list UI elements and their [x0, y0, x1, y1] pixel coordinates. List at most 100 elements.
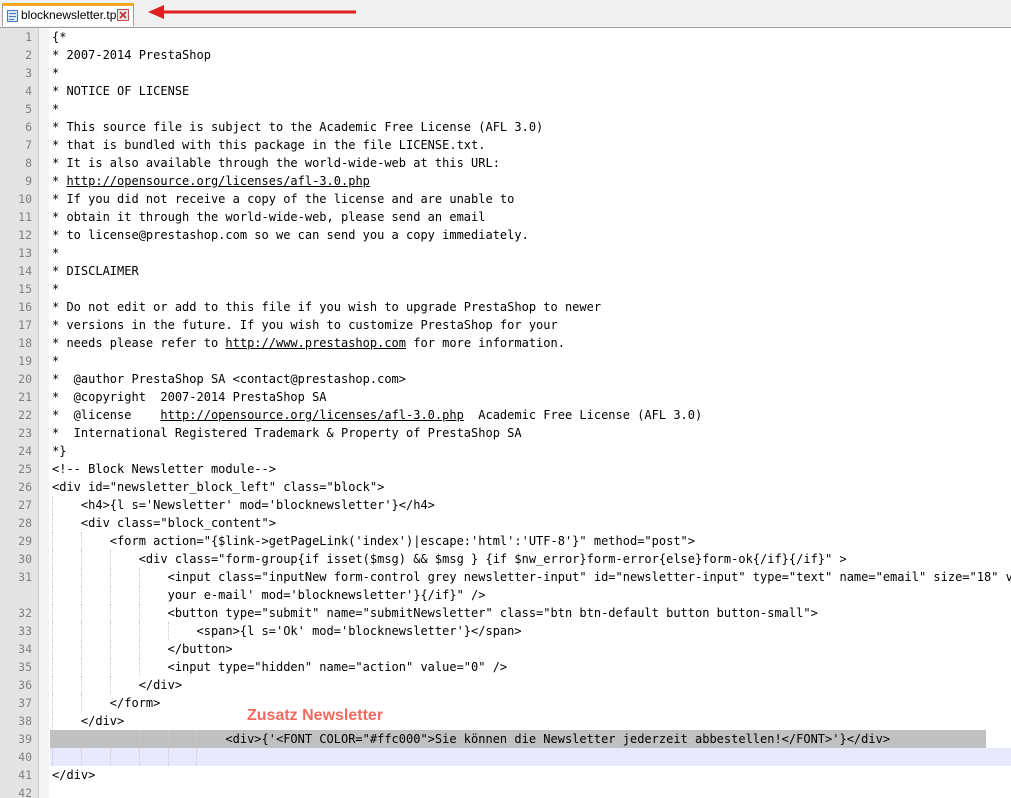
code-text[interactable]: * obtain it through the world-wide-web, … — [52, 210, 485, 224]
code-text[interactable]: <div>{'<FONT COLOR="#ffc000">Sie können … — [52, 732, 890, 746]
code-text[interactable]: * to license@prestashop.com so we can se… — [52, 228, 529, 242]
code-text[interactable]: * — [52, 102, 59, 116]
code-line[interactable]: 33 <span>{l s='Ok' mod='blocknewsletter'… — [0, 622, 1011, 640]
code-text[interactable]: <div class="form-group{if isset($msg) &&… — [52, 552, 847, 566]
code-line[interactable]: 37 </form> — [0, 694, 1011, 712]
line-number: 10 — [18, 192, 32, 206]
code-lines[interactable]: 1 {* 2 * 2007-2014 PrestaShop 3 * 4 * NOTICE OF… — [0, 28, 1011, 798]
code-line[interactable]: 22 * @license http://opensource.org/licen… — [0, 406, 1011, 424]
code-text[interactable]: your e-mail' mod='blocknewsletter'}{/if}… — [52, 588, 486, 602]
code-text[interactable]: <div id="newsletter_block_left" class="b… — [52, 480, 384, 494]
code-text[interactable]: <input class="inputNew form-control grey… — [52, 570, 1011, 584]
url-link[interactable]: http://opensource.org/licenses/afl-3.0.p… — [66, 174, 369, 188]
code-line[interactable]: 38 </div> — [0, 712, 1011, 730]
code-text[interactable]: <form action="{$link->getPageLink('index… — [52, 534, 695, 548]
code-text[interactable]: * Do not edit or add to this file if you… — [52, 300, 601, 314]
code-line[interactable]: 34 </button> — [0, 640, 1011, 658]
code-line[interactable]: 4 * NOTICE OF LICENSE — [0, 82, 1011, 100]
code-text[interactable]: </div> — [52, 678, 182, 692]
code-line[interactable]: 28 <div class="block_content"> — [0, 514, 1011, 532]
code-line[interactable]: 42 — [0, 784, 1011, 798]
code-text[interactable]: * @author PrestaShop SA <contact@prestas… — [52, 372, 406, 386]
url-link[interactable]: http://www.prestashop.com — [225, 336, 406, 350]
code-line[interactable]: 5 * — [0, 100, 1011, 118]
code-text[interactable]: <span>{l s='Ok' mod='blocknewsletter'}</… — [52, 624, 521, 638]
code-text[interactable]: * needs please refer to http://www.prest… — [52, 336, 565, 350]
code-line[interactable]: 23 * International Registered Trademark &… — [0, 424, 1011, 442]
code-line[interactable]: 27 <h4>{l s='Newsletter' mod='blocknewsl… — [0, 496, 1011, 514]
code-line[interactable]: 26 <div id="newsletter_block_left" class=… — [0, 478, 1011, 496]
code-line[interactable]: 39 <div>{'<FONT COLOR="#ffc000">Sie könn… — [0, 730, 1011, 748]
code-line[interactable]: 40 — [0, 748, 1011, 766]
code-text[interactable]: <div class="block_content"> — [52, 516, 276, 530]
code-text[interactable]: * versions in the future. If you wish to… — [52, 318, 558, 332]
code-text[interactable]: * This source file is subject to the Aca… — [52, 120, 543, 134]
code-line[interactable]: 18 * needs please refer to http://www.pre… — [0, 334, 1011, 352]
code-line[interactable]: 32 <button type="submit" name="submitNew… — [0, 604, 1011, 622]
code-line[interactable]: 25 <!-- Block Newsletter module--> — [0, 460, 1011, 478]
file-tab[interactable]: blocknewsletter.tpl — [2, 3, 134, 26]
code-line[interactable]: 6 * This source file is subject to the Ac… — [0, 118, 1011, 136]
code-line[interactable]: 16 * Do not edit or add to this file if y… — [0, 298, 1011, 316]
code-text[interactable]: <!-- Block Newsletter module--> — [52, 462, 276, 476]
code-line[interactable]: 35 <input type="hidden" name="action" va… — [0, 658, 1011, 676]
line-number: 15 — [18, 282, 32, 296]
code-line[interactable]: your e-mail' mod='blocknewsletter'}{/if}… — [0, 586, 1011, 604]
code-line[interactable]: 8 * It is also available through the worl… — [0, 154, 1011, 172]
url-link[interactable]: http://opensource.org/licenses/afl-3.0.p… — [160, 408, 463, 422]
code-text[interactable]: * — [52, 66, 59, 80]
code-text[interactable]: </button> — [52, 642, 233, 656]
code-line[interactable]: 2 * 2007-2014 PrestaShop — [0, 46, 1011, 64]
code-line[interactable]: 20 * @author PrestaShop SA <contact@prest… — [0, 370, 1011, 388]
line-number: 6 — [25, 120, 32, 134]
code-text[interactable]: * — [52, 246, 59, 260]
code-text[interactable]: * If you did not receive a copy of the l… — [52, 192, 514, 206]
code-text[interactable]: <h4>{l s='Newsletter' mod='blocknewslett… — [52, 498, 435, 512]
close-icon[interactable] — [117, 9, 129, 21]
code-text[interactable]: *} — [52, 444, 66, 458]
code-line[interactable]: 24 *} — [0, 442, 1011, 460]
code-line[interactable]: 31 <input class="inputNew form-control g… — [0, 568, 1011, 586]
code-text[interactable]: <input type="hidden" name="action" value… — [52, 660, 508, 674]
code-line[interactable]: 11 * obtain it through the world-wide-web… — [0, 208, 1011, 226]
code-line[interactable]: 9 * http://opensource.org/licenses/afl-3.… — [0, 172, 1011, 190]
code-line[interactable]: 17 * versions in the future. If you wish … — [0, 316, 1011, 334]
code-text[interactable]: </form> — [52, 696, 161, 710]
code-text[interactable]: * International Registered Trademark & P… — [52, 426, 522, 440]
code-line[interactable]: 36 </div> — [0, 676, 1011, 694]
code-line[interactable]: 14 * DISCLAIMER — [0, 262, 1011, 280]
code-line[interactable]: 21 * @copyright 2007-2014 PrestaShop SA — [0, 388, 1011, 406]
code-text[interactable]: * NOTICE OF LICENSE — [52, 84, 189, 98]
code-text[interactable]: * It is also available through the world… — [52, 156, 500, 170]
code-line[interactable]: 15 * — [0, 280, 1011, 298]
code-text[interactable]: * that is bundled with this package in t… — [52, 138, 485, 152]
line-number: 32 — [18, 606, 32, 620]
code-line[interactable]: 3 * — [0, 64, 1011, 82]
tab-bar: blocknewsletter.tpl — [0, 0, 1011, 28]
code-text[interactable]: * @license http://opensource.org/license… — [52, 408, 702, 422]
code-text[interactable]: {* — [52, 30, 66, 44]
code-line[interactable]: 10 * If you did not receive a copy of the… — [0, 190, 1011, 208]
code-editor[interactable]: 1 {* 2 * 2007-2014 PrestaShop 3 * 4 * NOTICE OF… — [0, 28, 1011, 798]
line-number: 26 — [18, 480, 32, 494]
code-text[interactable]: * http://opensource.org/licenses/afl-3.0… — [52, 174, 370, 188]
code-line[interactable]: 41 </div> — [0, 766, 1011, 784]
code-text[interactable]: * 2007-2014 PrestaShop — [52, 48, 211, 62]
code-text[interactable]: * — [52, 354, 59, 368]
code-text[interactable]: * — [52, 282, 59, 296]
code-line[interactable]: 19 * — [0, 352, 1011, 370]
line-number: 19 — [18, 354, 32, 368]
code-text[interactable]: </div> — [52, 768, 95, 782]
code-line[interactable]: 29 <form action="{$link->getPageLink('in… — [0, 532, 1011, 550]
code-text-prefix: * — [52, 174, 67, 188]
code-line[interactable]: 1 {* — [0, 28, 1011, 46]
line-number: 39 — [18, 732, 32, 746]
code-line[interactable]: 13 * — [0, 244, 1011, 262]
code-line[interactable]: 7 * that is bundled with this package in … — [0, 136, 1011, 154]
code-text[interactable]: * DISCLAIMER — [52, 264, 139, 278]
code-line[interactable]: 30 <div class="form-group{if isset($msg)… — [0, 550, 1011, 568]
code-line[interactable]: 12 * to license@prestashop.com so we can … — [0, 226, 1011, 244]
code-text[interactable]: <button type="submit" name="submitNewsle… — [52, 606, 818, 620]
code-text[interactable]: </div> — [52, 714, 124, 728]
code-text[interactable]: * @copyright 2007-2014 PrestaShop SA — [52, 390, 327, 404]
